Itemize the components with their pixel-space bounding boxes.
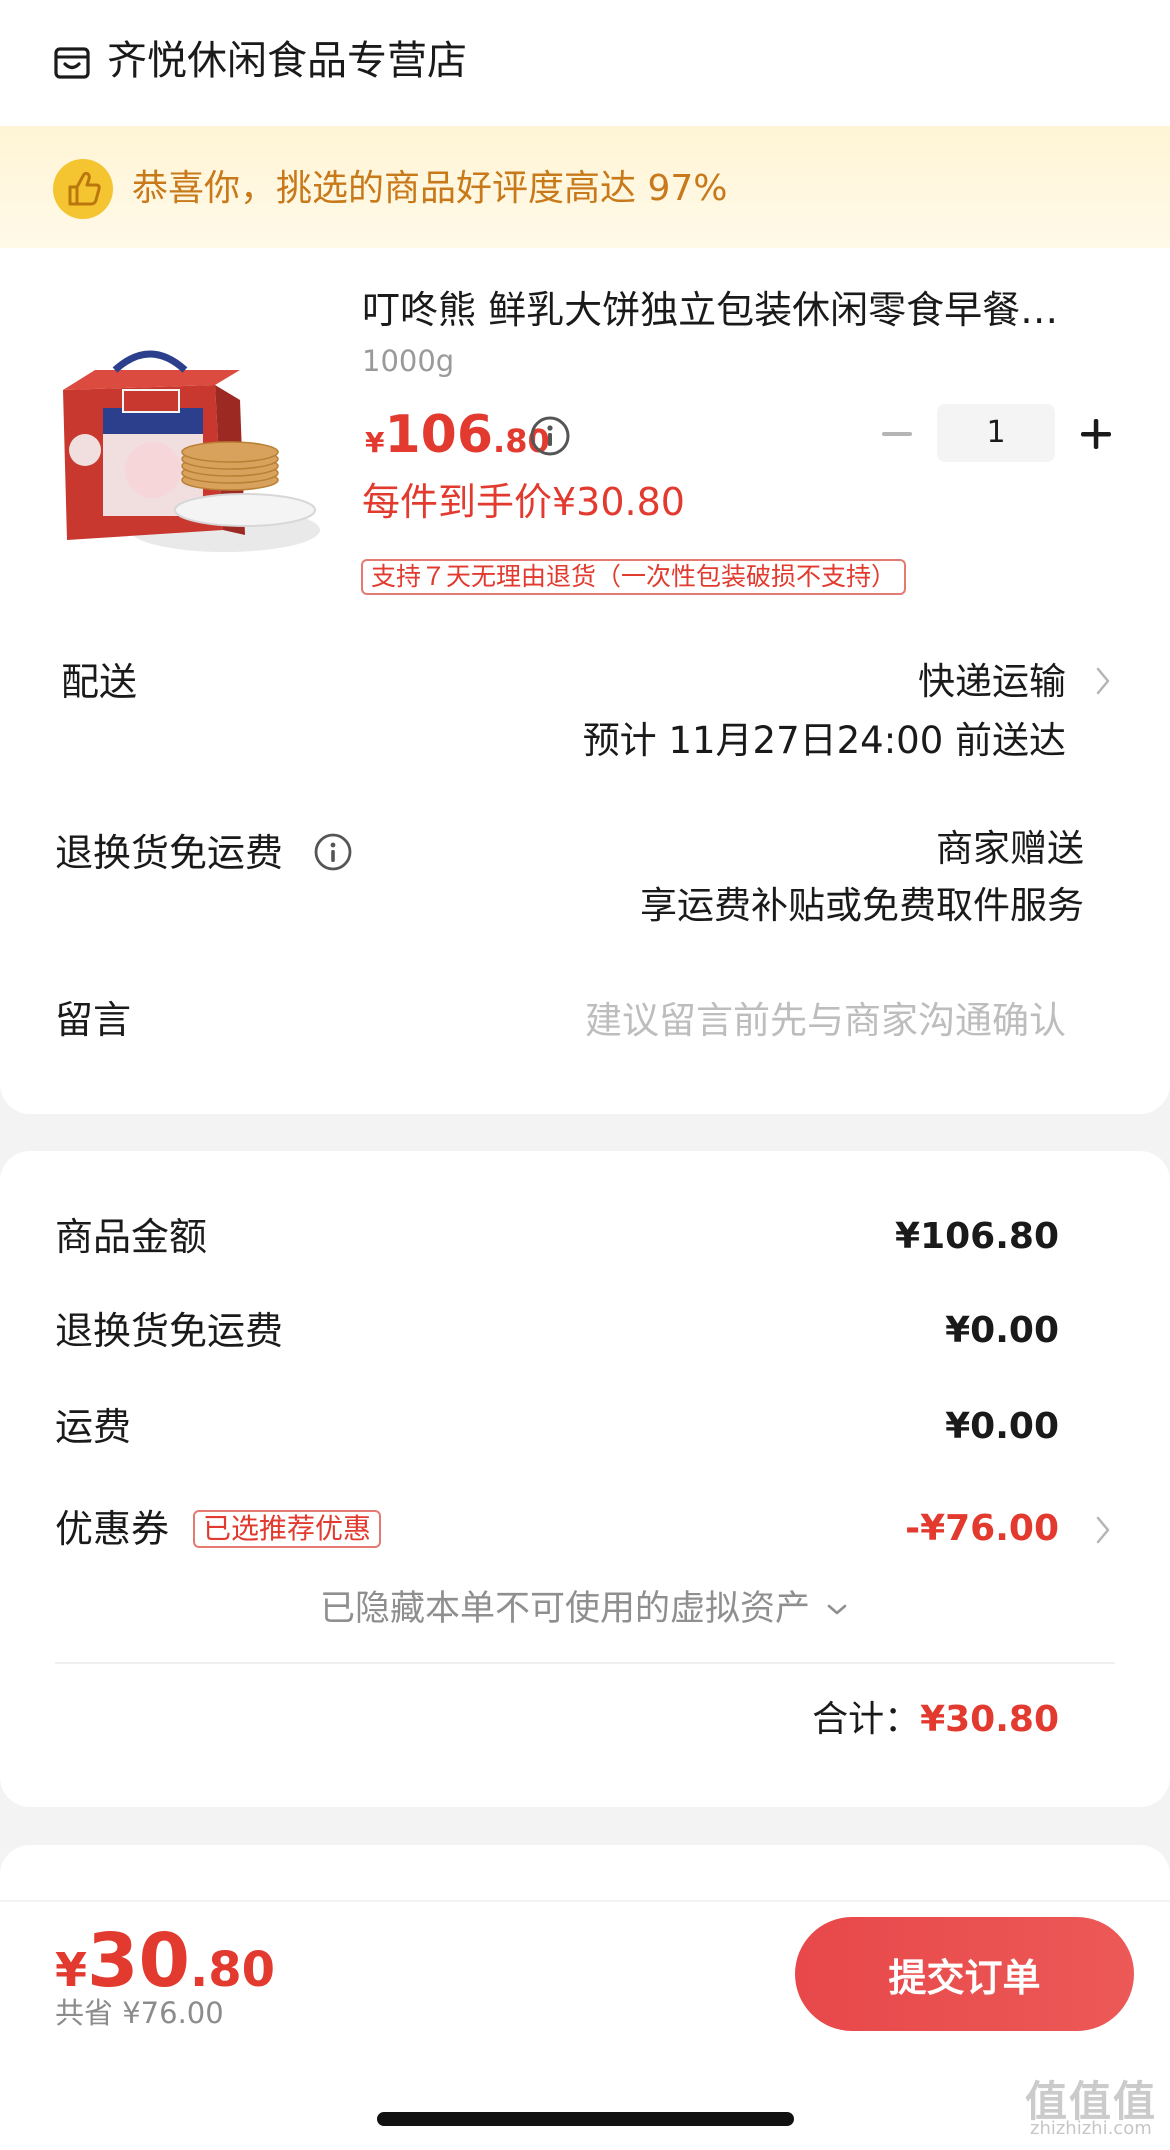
delivery-label: 配送 — [61, 660, 138, 704]
product-price: ¥106.80 — [365, 405, 550, 465]
info-icon[interactable] — [529, 415, 571, 457]
freight-insurance-label: 退换货免运费 — [55, 831, 284, 875]
pay-price-symbol: ¥ — [55, 1943, 88, 1997]
saved-amount: 共省 ¥76.00 — [55, 1996, 224, 2030]
total-value: ¥30.80 — [920, 1699, 1059, 1740]
freight-insurance-value: 商家赠送 — [936, 827, 1084, 870]
pay-price: ¥30.80 — [55, 1918, 275, 2004]
product-title[interactable]: 叮咚熊 鲜乳大饼独立包装休闲零食早餐… — [362, 283, 1102, 337]
final-price: 每件到手价¥30.80 — [362, 480, 685, 524]
coupon-value[interactable]: -¥76.00 — [905, 1502, 1059, 1556]
coupon-tag[interactable]: 已选推荐优惠 — [193, 1510, 382, 1548]
product-spec: 1000g — [362, 344, 455, 378]
divider — [55, 1662, 1115, 1664]
delivery-method[interactable]: 快递运输 — [918, 655, 1066, 709]
return-policy-tag: 支持７天无理由退货（一次性包装破损不支持） — [361, 559, 907, 595]
pay-price-decimal: .80 — [190, 1942, 276, 1998]
total-label: 合计： — [812, 1699, 921, 1740]
price-integer: 106 — [384, 405, 494, 465]
rating-text: 恭喜你，挑选的商品好评度高达 97% — [132, 168, 728, 209]
freight-free-value: ¥0.00 — [945, 1310, 1059, 1351]
chevron-right-icon[interactable] — [1092, 663, 1114, 699]
goods-amount-label: 商品金额 — [55, 1215, 208, 1259]
info-icon[interactable] — [312, 831, 354, 873]
shop-icon — [54, 47, 90, 79]
coupon-label[interactable]: 优惠券 — [55, 1502, 169, 1556]
freight-insurance-service: 享运费补贴或免费取件服务 — [640, 884, 1084, 927]
thumbs-up-icon — [53, 159, 113, 219]
divider — [0, 1900, 1170, 1902]
quantity-plus-button[interactable] — [1078, 412, 1114, 456]
product-image[interactable] — [55, 330, 325, 600]
quantity-minus-button[interactable] — [879, 412, 915, 456]
total-row: 合计：¥30.80 — [812, 1693, 1059, 1747]
submit-order-button[interactable]: 提交订单 — [795, 1917, 1134, 2031]
shipping-fee-value: ¥0.00 — [945, 1406, 1059, 1447]
watermark-url: zhizhizhi.com — [1030, 2118, 1152, 2139]
shop-name: 齐悦休闲食品专营店 — [107, 38, 467, 84]
freight-free-label: 退换货免运费 — [55, 1309, 284, 1353]
price-symbol: ¥ — [365, 426, 385, 459]
goods-amount-value: ¥106.80 — [895, 1216, 1059, 1257]
home-indicator[interactable] — [377, 2112, 794, 2126]
shop-header[interactable]: 齐悦休闲食品专营店 — [0, 0, 1170, 126]
hidden-assets-toggle[interactable]: 已隐藏本单不可使用的虚拟资产 — [0, 1583, 1170, 1635]
delivery-eta: 预计 11月27日24:00 前送达 — [582, 719, 1066, 762]
quantity-value[interactable]: 1 — [937, 404, 1055, 462]
hidden-assets-text: 已隐藏本单不可使用的虚拟资产 — [319, 1589, 810, 1629]
pay-price-integer: 30 — [87, 1918, 190, 2004]
note-label: 留言 — [55, 998, 132, 1042]
chevron-down-icon — [827, 1604, 847, 1615]
chevron-right-icon[interactable] — [1092, 1512, 1114, 1548]
shipping-fee-label: 运费 — [55, 1405, 132, 1449]
note-input[interactable] — [480, 993, 1066, 1047]
